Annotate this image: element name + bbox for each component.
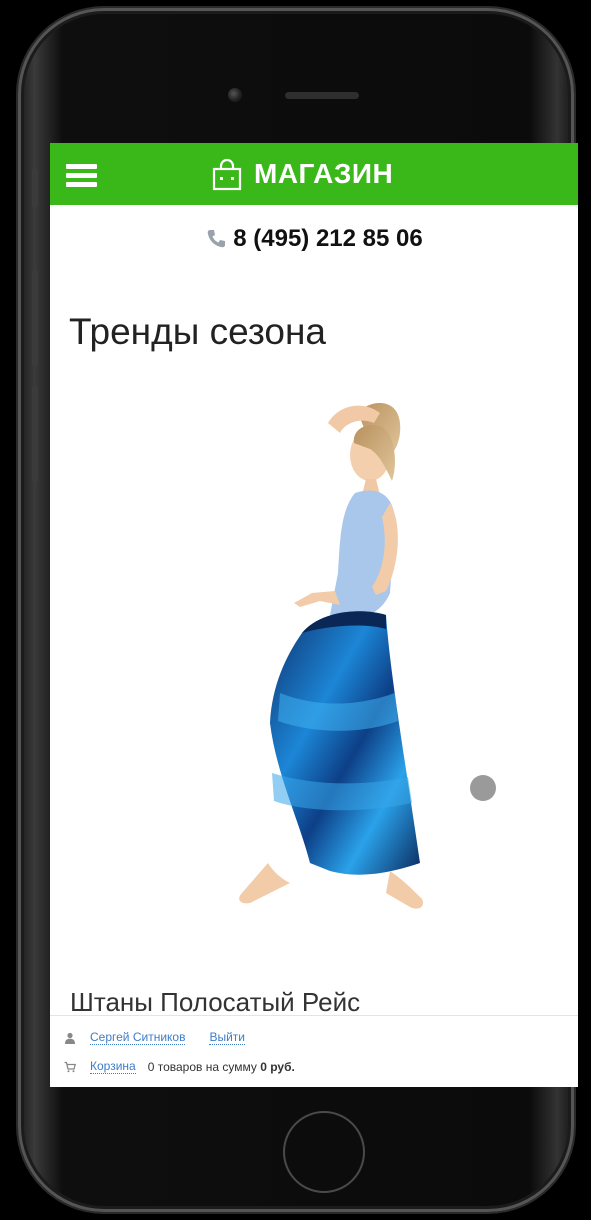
volume-down-button (32, 386, 38, 482)
cart-summary-text: 0 товаров на сумму (147, 1059, 257, 1074)
contact-phone[interactable]: 8 (495) 212 85 06 (50, 225, 578, 253)
phone-screen: МАГАЗИН 8 (495) 212 85 06 Тренды сезона (50, 143, 578, 1087)
phone-handset-icon (207, 230, 226, 248)
cart-summary-value: 0 руб. (260, 1059, 295, 1074)
header-bar: МАГАЗИН (50, 143, 578, 205)
user-bar: Сергей Ситников Выйти (64, 1030, 269, 1045)
carousel-dot[interactable] (470, 775, 496, 801)
hamburger-menu-icon[interactable] (66, 164, 97, 187)
footer-divider (50, 1015, 578, 1016)
home-button[interactable] (283, 1111, 365, 1193)
mute-switch (32, 168, 38, 208)
product-name[interactable]: Штаны Полосатый Рейс (70, 987, 360, 1018)
earpiece-speaker (285, 92, 359, 99)
phone-number: 8 (495) 212 85 06 (233, 225, 423, 252)
user-icon (65, 1032, 75, 1044)
product-image[interactable] (190, 393, 450, 943)
volume-up-button (32, 270, 38, 366)
brand-title: МАГАЗИН (254, 158, 394, 189)
cart-link[interactable]: Корзина (90, 1059, 136, 1074)
section-title: Тренды сезона (69, 311, 326, 352)
cart-icon (64, 1061, 76, 1072)
cart-summary: 0 товаров на сумму 0 руб. (148, 1060, 295, 1074)
cart-bar: Корзина 0 товаров на сумму 0 руб. (64, 1059, 295, 1074)
shopping-bag-icon (212, 158, 242, 191)
user-profile-link[interactable]: Сергей Ситников (90, 1030, 186, 1045)
brand-logo[interactable]: МАГАЗИН (210, 157, 393, 191)
front-camera (228, 88, 242, 102)
logout-link[interactable]: Выйти (209, 1030, 245, 1045)
